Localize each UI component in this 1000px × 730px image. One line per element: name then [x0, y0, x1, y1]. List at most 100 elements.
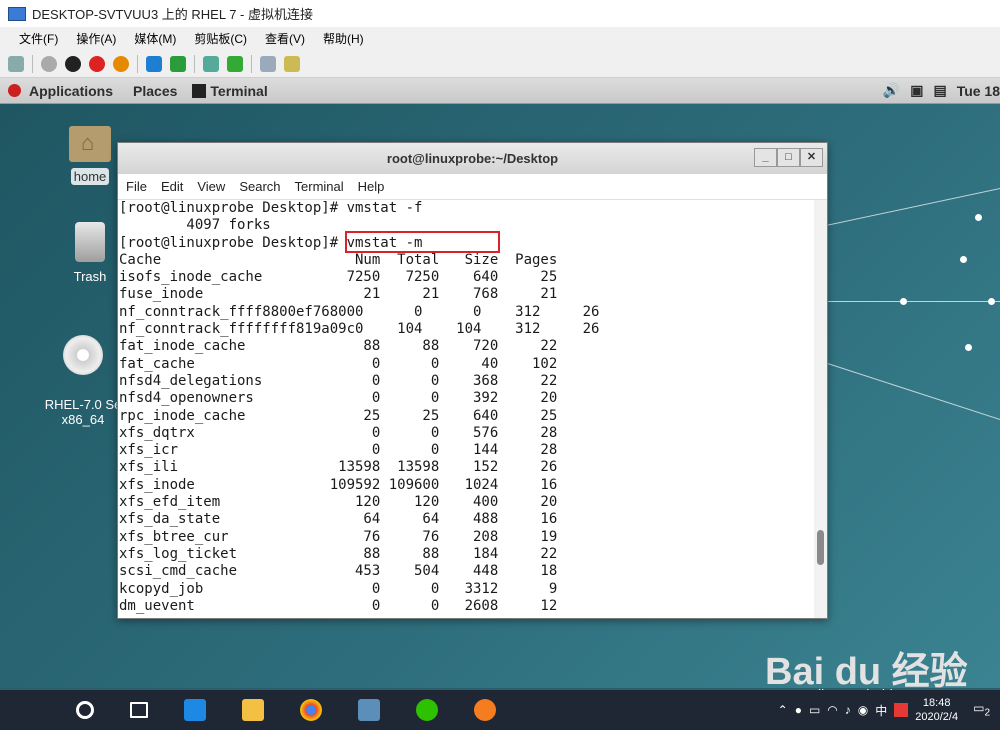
menu-file[interactable]: 文件(F) — [10, 30, 67, 47]
resume-icon[interactable] — [170, 55, 186, 72]
app-icon[interactable] — [474, 699, 496, 721]
dvd-icon — [63, 335, 103, 375]
gnome-top-bar: Applications Places Terminal 🔊 ▣ ▤ Tue 1… — [0, 78, 1000, 104]
chevron-up-icon[interactable]: ⌃ — [778, 703, 788, 717]
terminal-line: dm_uevent 0 0 2608 12 — [119, 597, 558, 614]
pause-icon[interactable] — [146, 55, 162, 72]
qq-icon[interactable]: ◉ — [858, 703, 868, 717]
terminal-line: xfs_dqtrx 0 0 576 28 — [119, 424, 558, 441]
terminal-line: Cache Num Total Size Pages — [119, 251, 558, 268]
cortana-icon[interactable] — [76, 701, 94, 719]
menu-help[interactable]: 帮助(H) — [314, 30, 373, 47]
terminal-line: xfs_icr 0 0 144 28 — [119, 442, 558, 459]
terminal-line: isofs_inode_cache 7250 7250 640 25 — [119, 269, 558, 286]
host-title-bar: DESKTOP-SVTVUU3 上的 RHEL 7 - 虚拟机连接 — [0, 0, 1000, 27]
places-menu[interactable]: Places — [133, 83, 177, 99]
host-menu-bar: 文件(F) 操作(A) 媒体(M) 剪贴板(C) 查看(V) 帮助(H) — [0, 27, 1000, 50]
terminal-line: fat_cache 0 0 40 102 — [119, 355, 558, 372]
gnome-status-area: 🔊 ▣ ▤ Tue 18 — [883, 78, 1000, 103]
menu-media[interactable]: 媒体(M) — [125, 30, 185, 47]
shutdown-icon[interactable] — [89, 55, 105, 72]
window-list-terminal[interactable]: Terminal — [210, 83, 267, 99]
terminal-title: root@linuxprobe:~/Desktop — [386, 151, 559, 166]
turn-off-icon[interactable] — [65, 55, 81, 72]
speaker-icon[interactable]: ♪ — [845, 703, 851, 717]
network-icon[interactable]: ▣ — [910, 82, 923, 99]
hyperv-manager-icon[interactable] — [358, 699, 380, 721]
terminal-line: xfs_da_state 64 64 488 16 — [119, 511, 558, 528]
terminal-line: kcopyd_job 0 0 3312 9 — [119, 580, 558, 597]
menu-clipboard[interactable]: 剪贴板(C) — [185, 30, 256, 47]
wallpaper-dot — [960, 256, 967, 263]
terminal-window: root@linuxprobe:~/Desktop _ □ ✕ File Edi… — [117, 142, 828, 619]
applications-menu[interactable]: Applications — [29, 83, 113, 99]
wallpaper-dot — [965, 344, 972, 351]
checkpoint-icon[interactable] — [203, 55, 219, 72]
terminal-line: xfs_efd_item 120 120 400 20 — [119, 494, 558, 511]
taskbar-clock[interactable]: 18:48 2020/2/4 — [915, 696, 958, 724]
toolbar-separator — [137, 54, 138, 73]
save-icon[interactable] — [113, 55, 129, 72]
home-label: home — [70, 168, 110, 185]
terminal-title-bar[interactable]: root@linuxprobe:~/Desktop _ □ ✕ — [118, 143, 827, 174]
ctrl-alt-del-icon[interactable] — [8, 55, 24, 72]
notification-center-icon[interactable]: ▭2 — [973, 701, 990, 718]
toolbar-separator — [32, 54, 33, 73]
edge-icon[interactable] — [184, 699, 206, 721]
terminal-line: xfs_log_ticket 88 88 184 22 — [119, 545, 558, 562]
windows-taskbar: ⌃ ● ▭ ◠ ♪ ◉ 中 18:48 2020/2/4 ▭2 — [0, 690, 1000, 730]
terminal-line: xfs_btree_cur 76 76 208 19 — [119, 528, 558, 545]
terminal-line: [root@linuxprobe Desktop]# vmstat -f — [119, 200, 423, 216]
task-view-icon[interactable] — [130, 702, 148, 718]
revert-icon[interactable] — [227, 55, 243, 72]
wechat-icon[interactable] — [416, 699, 438, 721]
gnome-clock[interactable]: Tue 18 — [957, 83, 1000, 99]
term-menu-view[interactable]: View — [190, 179, 232, 194]
clock-date: 2020/2/4 — [915, 711, 959, 723]
host-title: DESKTOP-SVTVUU3 上的 RHEL 7 - 虚拟机连接 — [32, 7, 313, 22]
window-controls: _ □ ✕ — [754, 148, 823, 167]
ime-indicator[interactable]: 中 — [875, 702, 887, 719]
term-menu-edit[interactable]: Edit — [154, 179, 190, 194]
sogou-icon[interactable] — [894, 703, 909, 717]
clipboard-icon[interactable]: ▤ — [933, 82, 946, 99]
wechat-tray-icon[interactable]: ● — [795, 703, 802, 717]
terminal-line: rpc_inode_cache 25 25 640 25 — [119, 407, 558, 424]
term-menu-search[interactable]: Search — [232, 179, 287, 194]
close-button[interactable]: ✕ — [800, 148, 823, 167]
enhanced-session-icon[interactable] — [260, 55, 276, 72]
term-menu-terminal[interactable]: Terminal — [288, 179, 351, 194]
trash-icon — [75, 222, 105, 262]
maximize-button[interactable]: □ — [777, 148, 800, 167]
terminal-menu-bar: File Edit View Search Terminal Help — [118, 174, 827, 200]
terminal-output[interactable]: [root@linuxprobe Desktop]# vmstat -f 409… — [118, 200, 814, 618]
clock-time: 18:48 — [922, 697, 951, 709]
terminal-line: xfs_inode 109592 109600 1024 16 — [119, 476, 558, 493]
wallpaper-line — [799, 354, 1000, 423]
start-icon[interactable] — [41, 55, 57, 72]
terminal-line: nf_conntrack_ffffffff819a09c0 104 104 31… — [119, 321, 600, 338]
share-icon[interactable] — [284, 55, 300, 72]
scrollbar-thumb[interactable] — [817, 530, 824, 565]
volume-icon[interactable]: 🔊 — [883, 82, 900, 99]
minimize-button[interactable]: _ — [754, 148, 777, 167]
chrome-icon[interactable] — [300, 699, 322, 721]
wifi-icon[interactable]: ◠ — [827, 703, 837, 717]
terminal-line: fat_inode_cache 88 88 720 22 — [119, 338, 558, 355]
toolbar-separator — [194, 54, 195, 73]
term-menu-file[interactable]: File — [119, 179, 154, 194]
menu-action[interactable]: 操作(A) — [67, 30, 125, 47]
vm-connection-icon — [8, 6, 26, 21]
terminal-scrollbar[interactable] — [814, 200, 827, 618]
notification-count: 2 — [984, 707, 990, 719]
term-menu-help[interactable]: Help — [351, 179, 392, 194]
menu-view[interactable]: 查看(V) — [256, 30, 314, 47]
file-explorer-icon[interactable] — [242, 699, 264, 721]
rhel-dvd-label: RHEL-7.0 Se x86_64 — [44, 397, 122, 427]
wallpaper-dot — [900, 298, 907, 305]
system-tray: ⌃ ● ▭ ◠ ♪ ◉ 中 18:48 2020/2/4 ▭2 — [778, 690, 1000, 730]
command-highlight-box — [345, 231, 500, 253]
battery-icon[interactable]: ▭ — [809, 703, 820, 717]
wallpaper-dot — [975, 214, 982, 221]
wallpaper-dot — [988, 298, 995, 305]
